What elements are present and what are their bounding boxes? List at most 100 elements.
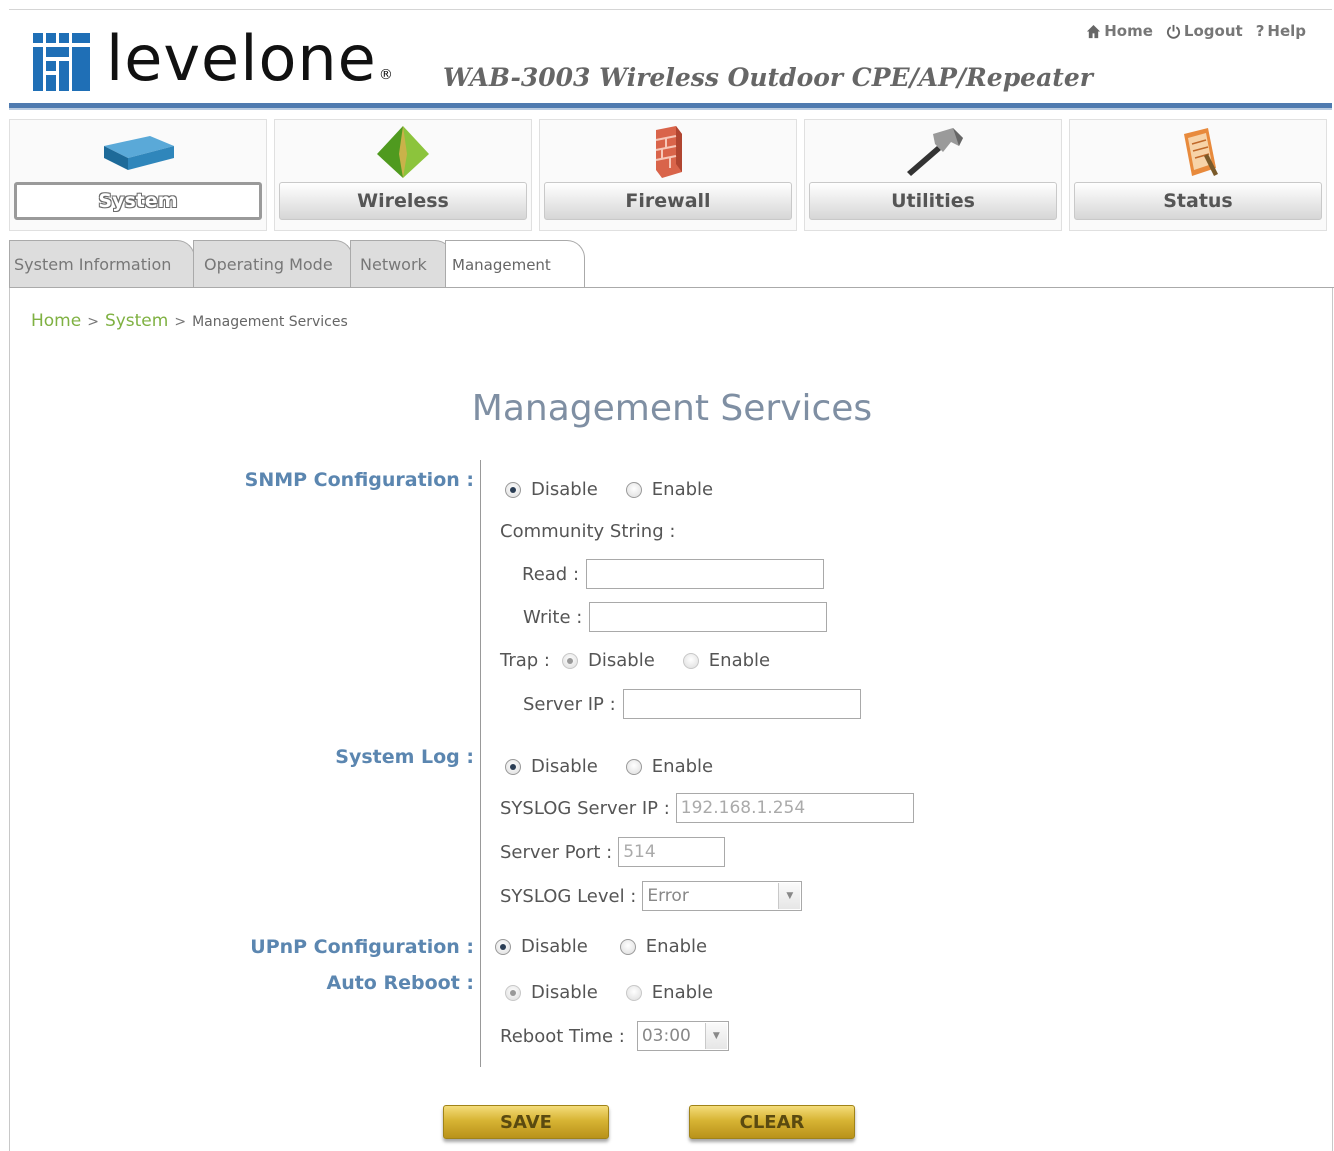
nav-button-wireless[interactable]: Wireless	[279, 182, 527, 220]
logo-one-text: one	[258, 22, 377, 95]
syslog-disable-radio[interactable]	[505, 758, 521, 775]
upnp-enable-radio[interactable]	[619, 938, 636, 955]
tab-system-information[interactable]: System Information	[9, 240, 195, 287]
nav-item-wireless[interactable]: Wireless	[274, 119, 532, 231]
snmp-disable-radio[interactable]	[505, 481, 521, 498]
snmp-configuration-label: SNMP Configuration :	[244, 469, 474, 491]
syslog-server-port-row: Server Port : 514	[500, 837, 726, 867]
community-string-label: Community String :	[500, 521, 676, 542]
trap-enable-label: Enable	[708, 650, 771, 671]
hammer-icon	[907, 128, 963, 176]
trap-server-ip-input[interactable]	[622, 689, 861, 719]
syslog-server-ip-row: SYSLOG Server IP : 192.168.1.254	[500, 793, 914, 823]
syslog-level-row: SYSLOG Level : Error ▼	[500, 881, 803, 911]
wireless-pyramid-icon	[377, 126, 429, 178]
snmp-trap-row: Trap : Disable Enable	[500, 650, 770, 671]
nav-item-system[interactable]: System	[9, 119, 267, 231]
registered-mark-icon: ®	[378, 67, 394, 83]
header-rule-light	[9, 108, 1332, 110]
auto-reboot-label: Auto Reboot :	[326, 972, 474, 994]
upnp-disable-radio[interactable]	[495, 938, 511, 955]
breadcrumb-current: Management Services	[192, 314, 348, 330]
home-icon	[1087, 24, 1101, 38]
logout-link-label: Logout	[1183, 22, 1243, 40]
logout-link[interactable]: Logout	[1166, 22, 1243, 40]
trap-enable-radio[interactable]	[682, 652, 699, 669]
syslog-level-value: Error	[647, 886, 689, 906]
syslog-server-port-input[interactable]: 514	[618, 837, 726, 867]
tab-network[interactable]: Network	[350, 240, 453, 287]
breadcrumb-home-link[interactable]: Home	[31, 311, 81, 331]
nav-button-status[interactable]: Status	[1074, 182, 1322, 220]
snmp-read-input[interactable]	[586, 559, 825, 589]
snmp-disable-label: Disable	[531, 479, 598, 500]
snmp-enable-label: Enable	[651, 479, 714, 500]
syslog-level-label: SYSLOG Level :	[500, 885, 637, 907]
breadcrumb-system-link[interactable]: System	[105, 311, 168, 331]
upnp-disable-label: Disable	[521, 936, 588, 957]
nav-button-system[interactable]: System	[14, 182, 262, 220]
nav-button-utilities[interactable]: Utilities	[809, 182, 1057, 220]
top-links: Home Logout ? Help	[1086, 22, 1306, 40]
snmp-toggle-row: Disable Enable	[505, 479, 713, 500]
tab-management[interactable]: Management	[445, 240, 585, 288]
syslog-enable-label: Enable	[651, 756, 714, 777]
syslog-server-ip-input[interactable]: 192.168.1.254	[675, 793, 914, 823]
snmp-write-input[interactable]	[589, 602, 828, 632]
reboot-time-row: Reboot Time : 03:00 ▼	[500, 1021, 729, 1051]
tab-operating-mode[interactable]: Operating Mode	[193, 240, 353, 287]
snmp-write-label: Write :	[523, 606, 583, 628]
chevron-down-icon[interactable]: ▼	[778, 883, 801, 909]
save-button[interactable]: SAVE	[443, 1105, 609, 1139]
reboot-time-value: 03:00	[641, 1026, 691, 1046]
syslog-enable-radio[interactable]	[625, 758, 642, 775]
syslog-level-select[interactable]: Error ▼	[642, 881, 803, 911]
autoreboot-disable-radio[interactable]	[505, 984, 521, 1001]
breadcrumb: Home > System > Management Services	[31, 311, 348, 331]
levelone-logo-icon	[33, 33, 90, 91]
upnp-toggle-row: Disable Enable	[495, 936, 707, 957]
page: levelone ® WAB-3003 Wireless Outdoor CPE/…	[0, 0, 1334, 1151]
reboot-time-label: Reboot Time :	[500, 1025, 625, 1047]
trap-server-ip-label: Server IP :	[523, 693, 616, 715]
snmp-read-label: Read :	[522, 563, 580, 585]
logo-level-text: level	[106, 22, 259, 95]
nav-item-firewall[interactable]: Firewall	[539, 119, 797, 231]
upnp-enable-label: Enable	[645, 936, 708, 957]
nav-item-status[interactable]: Status	[1069, 119, 1327, 231]
help-link-label: Help	[1267, 22, 1306, 40]
syslog-disable-label: Disable	[531, 756, 598, 777]
breadcrumb-separator: >	[87, 314, 99, 330]
trap-disable-radio[interactable]	[562, 652, 578, 669]
clipboard-icon	[1184, 128, 1218, 176]
syslog-server-port-label: Server Port :	[500, 841, 613, 863]
clear-button[interactable]: CLEAR	[689, 1105, 855, 1139]
trap-server-ip-row: Server IP :	[523, 689, 861, 719]
home-link-label: Home	[1104, 22, 1153, 40]
snmp-write-row: Write :	[523, 602, 828, 632]
snmp-read-row: Read :	[522, 559, 825, 589]
reboot-time-select[interactable]: 03:00 ▼	[636, 1021, 729, 1051]
system-log-label: System Log :	[335, 746, 474, 768]
trap-disable-label: Disable	[588, 650, 655, 671]
router-icon	[104, 136, 174, 170]
autoreboot-enable-label: Enable	[651, 982, 714, 1003]
nav-item-utilities[interactable]: Utilities	[804, 119, 1062, 231]
snmp-trap-label: Trap :	[500, 650, 550, 671]
home-link[interactable]: Home	[1086, 22, 1153, 40]
nav-button-firewall[interactable]: Firewall	[544, 182, 792, 220]
autoreboot-enable-radio[interactable]	[625, 984, 642, 1001]
upnp-configuration-label: UPnP Configuration :	[250, 936, 474, 958]
help-link[interactable]: ? Help	[1256, 22, 1306, 40]
help-icon: ?	[1255, 22, 1265, 40]
autoreboot-toggle-row: Disable Enable	[505, 982, 713, 1003]
form-divider	[480, 460, 481, 1067]
syslog-toggle-row: Disable Enable	[505, 756, 713, 777]
snmp-enable-radio[interactable]	[625, 481, 642, 498]
page-title: Management Services	[471, 388, 873, 429]
product-title: WAB-3003 Wireless Outdoor CPE/AP/Repeate…	[443, 63, 1093, 92]
autoreboot-disable-label: Disable	[531, 982, 598, 1003]
power-icon	[1166, 24, 1180, 39]
firewall-brick-icon	[655, 126, 682, 178]
chevron-down-icon[interactable]: ▼	[704, 1023, 727, 1049]
